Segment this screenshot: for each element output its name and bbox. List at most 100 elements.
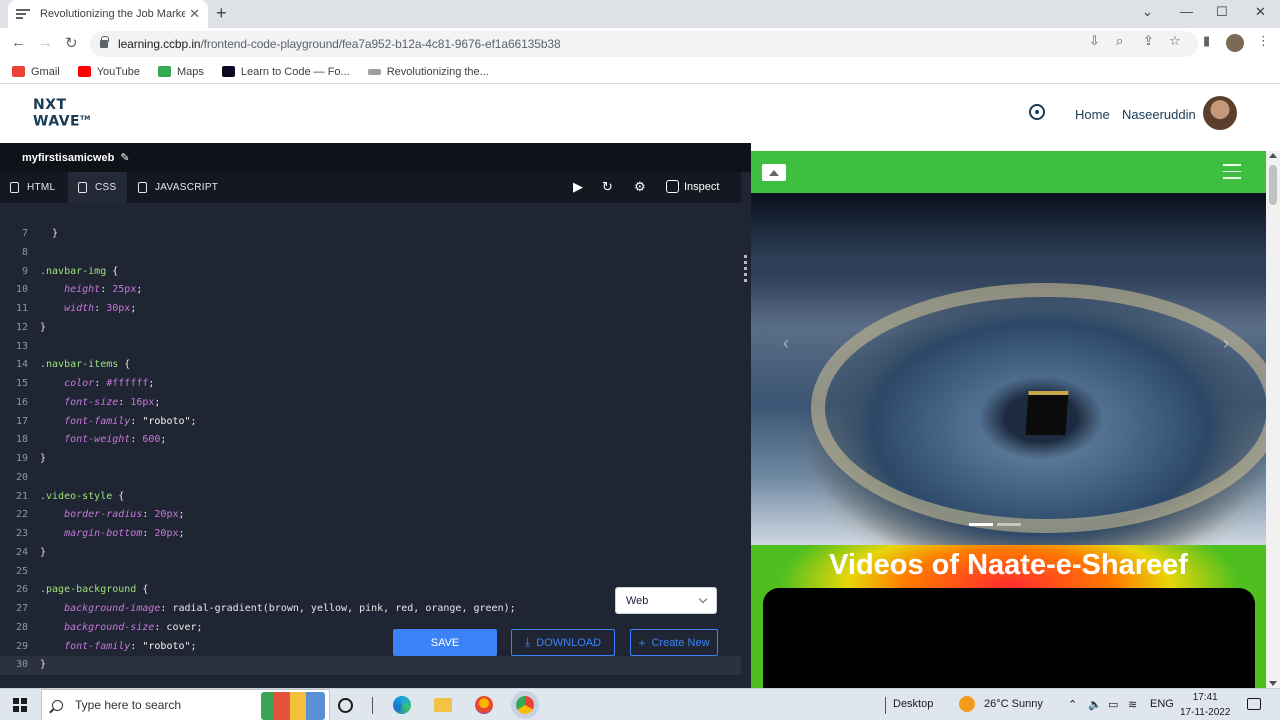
code-line[interactable]: 14 .navbar-items {: [0, 356, 741, 375]
download-button[interactable]: ⤓ DOWNLOAD: [511, 629, 615, 656]
cortana-icon[interactable]: [338, 698, 353, 713]
code-line[interactable]: 9 .navbar-img {: [0, 263, 741, 282]
bookmark-freecodecamp[interactable]: Learn to Code — Fo...: [221, 66, 350, 78]
code-line[interactable]: 23 margin-bottom: 20px;: [0, 525, 741, 544]
tab-javascript[interactable]: JAVASCRIPT: [128, 172, 228, 203]
firefox-icon[interactable]: [475, 696, 493, 714]
code-text: font-family: "roboto";: [40, 415, 197, 427]
code-line[interactable]: 30}: [0, 656, 741, 675]
install-icon[interactable]: ⇩: [1089, 33, 1100, 49]
tab-search-icon[interactable]: ⌄: [1142, 4, 1153, 20]
user-name[interactable]: Naseeruddin: [1122, 107, 1196, 122]
tab-css[interactable]: CSS: [68, 172, 127, 203]
back-icon[interactable]: ←: [11, 34, 26, 51]
inspect-toggle[interactable]: Inspect: [666, 180, 719, 193]
bookmark-youtube[interactable]: YouTube: [77, 66, 140, 78]
video-player[interactable]: [763, 588, 1255, 698]
reload-icon[interactable]: ↻: [65, 34, 78, 52]
code-line[interactable]: 8: [0, 244, 741, 263]
nxtwave-logo[interactable]: NXT WAVETM: [33, 98, 90, 129]
address-bar[interactable]: learning.ccbp.in/frontend-code-playgroun…: [90, 31, 1198, 57]
edit-pencil-icon[interactable]: ✎: [120, 151, 129, 164]
forward-icon[interactable]: →: [38, 34, 53, 51]
user-avatar[interactable]: [1203, 96, 1237, 130]
bookmark-revolutionizing[interactable]: Revolutionizing the...: [367, 66, 489, 78]
save-button[interactable]: SAVE: [393, 629, 497, 656]
carousel-indicator[interactable]: [969, 523, 993, 526]
code-line[interactable]: 16 font-size: 16px;: [0, 394, 741, 413]
code-line[interactable]: 15 color: #ffffff;: [0, 375, 741, 394]
scroll-thumb[interactable]: [1269, 165, 1277, 205]
code-line[interactable]: 19}: [0, 450, 741, 469]
maps-icon: [157, 66, 171, 77]
create-new-button[interactable]: + Create New: [630, 629, 718, 656]
code-line[interactable]: 11 width: 30px;: [0, 300, 741, 319]
tab-html[interactable]: HTML: [0, 172, 65, 203]
window-close-icon[interactable]: ✕: [1255, 4, 1266, 20]
chrome-icon[interactable]: [516, 696, 534, 714]
code-line[interactable]: 22 border-radius: 20px;: [0, 506, 741, 525]
show-hidden-icons-icon[interactable]: ⌃: [1068, 698, 1077, 711]
windows-start-icon[interactable]: [13, 698, 27, 712]
code-line[interactable]: 18 font-weight: 600;: [0, 431, 741, 450]
maximize-icon[interactable]: ☐: [1216, 4, 1228, 20]
desktop-toolbar[interactable]: Desktop: [893, 698, 933, 710]
bookmark-star-icon[interactable]: ☆: [1169, 33, 1181, 49]
zoom-icon[interactable]: ⌕: [1116, 33, 1123, 49]
menu-kebab-icon[interactable]: ⋮: [1257, 33, 1270, 49]
code-line[interactable]: 13: [0, 338, 741, 357]
line-number: 8: [21, 246, 28, 258]
carousel-prev-icon[interactable]: ‹: [783, 333, 789, 354]
system-clock[interactable]: 17:41 17-11-2022: [1180, 690, 1230, 720]
view-mode-select[interactable]: Web: [615, 587, 717, 614]
settings-gear-icon[interactable]: ⚙: [634, 179, 646, 195]
profile-avatar-icon[interactable]: [1226, 34, 1244, 52]
code-line[interactable]: 7}: [0, 225, 741, 244]
scroll-up-icon[interactable]: [1269, 153, 1277, 158]
url-text: learning.ccbp.in/frontend-code-playgroun…: [118, 37, 561, 51]
line-number: 23: [15, 528, 28, 539]
weather-sun-icon[interactable]: [959, 696, 975, 712]
wifi-icon[interactable]: ≋: [1128, 698, 1137, 711]
minimize-icon[interactable]: —: [1180, 4, 1193, 19]
battery-icon[interactable]: ▭: [1108, 698, 1118, 711]
bookmarks-bar: Gmail YouTube Maps Learn to Code — Fo...…: [0, 60, 1280, 84]
weather-text[interactable]: 26°C Sunny: [984, 698, 1043, 710]
code-line[interactable]: 25: [0, 563, 741, 582]
hamburger-menu-icon[interactable]: [1223, 164, 1241, 184]
sidepanel-icon[interactable]: ▮: [1203, 33, 1210, 49]
preview-scrollbar[interactable]: [1266, 151, 1280, 688]
line-number: 17: [15, 415, 28, 427]
taskbar-search[interactable]: Type here to search: [41, 689, 330, 720]
code-line[interactable]: 20: [0, 469, 741, 488]
language-indicator[interactable]: ENG: [1150, 698, 1174, 710]
code-line[interactable]: 21 .video-style {: [0, 488, 741, 507]
share-icon[interactable]: ⇪: [1143, 33, 1154, 49]
task-view-icon[interactable]: [372, 697, 373, 714]
code-line[interactable]: 24}: [0, 544, 741, 563]
volume-icon[interactable]: 🔈: [1088, 698, 1102, 711]
panel-resize-handle[interactable]: [744, 255, 747, 285]
code-line[interactable]: 17 font-family: "roboto";: [0, 413, 741, 432]
carousel-indicator[interactable]: [997, 523, 1021, 526]
tab-close-icon[interactable]: ✕: [189, 6, 200, 22]
scroll-down-icon[interactable]: [1269, 681, 1277, 686]
edge-icon[interactable]: [393, 696, 411, 714]
code-line[interactable]: 12}: [0, 319, 741, 338]
reset-icon[interactable]: ↻: [602, 179, 613, 195]
carousel-next-icon[interactable]: ›: [1223, 333, 1229, 354]
bookmark-gmail[interactable]: Gmail: [12, 66, 60, 78]
browser-tab[interactable]: Revolutionizing the Job Market | ✕: [8, 0, 208, 28]
run-icon[interactable]: ▶: [573, 179, 583, 195]
search-icon: [52, 699, 63, 711]
nav-home-link[interactable]: Home: [1075, 107, 1110, 122]
code-line[interactable]: 10 height: 25px;: [0, 281, 741, 300]
line-number: 29: [15, 640, 28, 652]
timer-icon[interactable]: [1029, 104, 1045, 120]
bookmark-maps[interactable]: Maps: [157, 66, 204, 78]
notification-icon[interactable]: [1247, 698, 1261, 710]
inspect-checkbox[interactable]: [666, 180, 679, 193]
file-explorer-icon[interactable]: [434, 698, 452, 712]
new-tab-button[interactable]: +: [216, 3, 227, 24]
